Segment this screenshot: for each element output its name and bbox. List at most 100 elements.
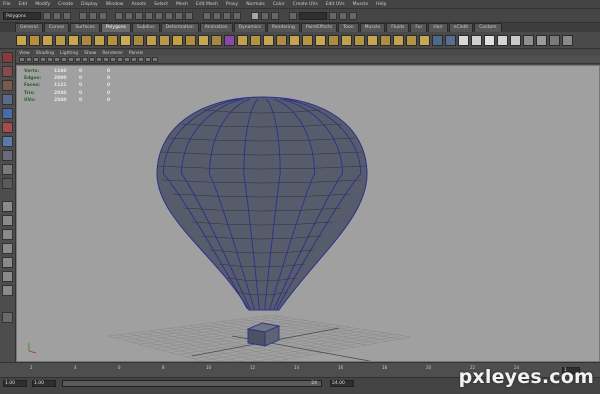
split-polygon-icon[interactable] — [289, 34, 300, 46]
bridge-icon[interactable] — [250, 34, 261, 46]
shelf-tab[interactable]: Dynamics — [233, 23, 266, 32]
shelf-tab[interactable]: Custom — [474, 23, 502, 32]
channel-box-toggle-icon[interactable] — [349, 11, 357, 20]
checker-icon[interactable] — [458, 34, 469, 46]
move-tool-icon[interactable] — [2, 94, 13, 105]
menu-item[interactable]: File — [3, 2, 11, 7]
xray-icon[interactable] — [117, 57, 123, 62]
panel-menu-item[interactable]: Panels — [129, 51, 143, 56]
open-scene-icon[interactable] — [53, 11, 61, 20]
extrude-icon[interactable] — [237, 34, 248, 46]
start-time-field[interactable]: 1.00 — [3, 380, 27, 387]
menu-item[interactable]: Assets — [131, 2, 146, 7]
panel-menu-item[interactable]: Renderer — [102, 51, 123, 56]
menu-item[interactable]: Normals — [246, 2, 265, 7]
scale-tool-icon[interactable] — [2, 122, 13, 133]
camera-select-icon[interactable] — [19, 57, 25, 62]
high-quality-icon[interactable] — [145, 57, 151, 62]
textured-icon[interactable] — [124, 57, 130, 62]
safe-action-icon[interactable] — [82, 57, 88, 62]
range-slider-bar[interactable]: 24 — [62, 380, 322, 387]
shelf-tab[interactable]: Deformation — [160, 23, 199, 32]
script-editor-icon[interactable] — [2, 312, 13, 323]
poly-plane-icon[interactable] — [68, 34, 79, 46]
new-scene-icon[interactable] — [43, 11, 51, 20]
menu-item[interactable]: Help — [376, 2, 386, 7]
poly-pyramid-icon[interactable] — [107, 34, 118, 46]
menu-item[interactable]: Create — [58, 2, 73, 7]
shelf-tab[interactable]: PaintEffects — [300, 23, 338, 32]
panel-menu-item[interactable]: View — [19, 51, 30, 56]
end-time-field[interactable]: 24.00 — [330, 380, 354, 387]
layout-two-stacked-icon[interactable] — [2, 243, 13, 254]
mask-icon[interactable] — [145, 11, 153, 20]
poly-sphere-icon[interactable] — [16, 34, 27, 46]
lasso-tool-icon[interactable] — [2, 66, 13, 77]
hypershade-icon[interactable] — [536, 34, 547, 46]
menu-item[interactable]: Muscle — [353, 2, 369, 7]
mask-icon[interactable] — [115, 11, 123, 20]
use-all-lights-icon[interactable] — [131, 57, 137, 62]
menu-item[interactable]: Display — [81, 2, 98, 7]
panel-menu-item[interactable]: Lighting — [60, 51, 78, 56]
panel-menu-item[interactable]: Shading — [36, 51, 54, 56]
triangulate-icon[interactable] — [406, 34, 417, 46]
render-settings-icon[interactable] — [271, 11, 279, 20]
resolution-gate-icon[interactable] — [61, 57, 67, 62]
safe-title-icon[interactable] — [89, 57, 95, 62]
range-start-field[interactable]: 1.00 — [32, 380, 56, 387]
paint-select-tool-icon[interactable] — [2, 80, 13, 91]
shelf-tab[interactable]: General — [15, 23, 43, 32]
isolate-select-icon[interactable] — [152, 57, 158, 62]
snap-curve-icon[interactable] — [213, 11, 221, 20]
smooth-icon[interactable] — [211, 34, 222, 46]
input-line-field[interactable] — [299, 11, 327, 20]
checker-icon[interactable] — [510, 34, 521, 46]
shelf-tab[interactable]: Animation — [199, 23, 233, 32]
menu-item[interactable]: Edit — [19, 2, 28, 7]
shelf-tab[interactable]: Fluids — [386, 23, 410, 32]
checker-icon[interactable] — [497, 34, 508, 46]
mel-script-icon[interactable] — [549, 34, 560, 46]
attribute-editor-toggle-icon[interactable] — [329, 11, 337, 20]
fill-hole-icon[interactable] — [380, 34, 391, 46]
shelf-tab[interactable]: Hair — [428, 23, 448, 32]
film-gate-icon[interactable] — [54, 57, 60, 62]
shelf-tab[interactable]: Curves — [43, 23, 70, 32]
render-icon[interactable] — [251, 11, 259, 20]
mask-icon[interactable] — [185, 11, 193, 20]
ipr-render-icon[interactable] — [261, 11, 269, 20]
menu-item[interactable]: Select — [154, 2, 168, 7]
rotate-tool-icon[interactable] — [2, 108, 13, 119]
layout-outliner-icon[interactable] — [2, 257, 13, 268]
field-chart-icon[interactable] — [75, 57, 81, 62]
poly-cylinder-icon[interactable] — [42, 34, 53, 46]
tool-settings-toggle-icon[interactable] — [339, 11, 347, 20]
menu-item[interactable]: Window — [106, 2, 124, 7]
grid-toggle-icon[interactable] — [47, 57, 53, 62]
cylindrical-mapping-icon[interactable] — [445, 34, 456, 46]
planar-mapping-icon[interactable] — [432, 34, 443, 46]
smooth-shade-icon[interactable] — [103, 57, 109, 62]
shelf-tab[interactable]: Toon — [338, 23, 359, 32]
last-tool-icon[interactable] — [2, 178, 13, 189]
shelf-tab[interactable]: Polygons — [100, 23, 131, 32]
shelf-tab[interactable]: Rendering — [266, 23, 300, 32]
poly-cone-icon[interactable] — [55, 34, 66, 46]
quadrangulate-icon[interactable] — [419, 34, 430, 46]
save-scene-icon[interactable] — [63, 11, 71, 20]
poke-icon[interactable] — [341, 34, 352, 46]
boolean-icon[interactable] — [224, 34, 235, 46]
shadows-icon[interactable] — [138, 57, 144, 62]
layout-single-icon[interactable] — [2, 201, 13, 212]
shelf-tab[interactable]: Surfaces — [70, 23, 100, 32]
soft-modification-icon[interactable] — [2, 150, 13, 161]
poly-helix-icon[interactable] — [133, 34, 144, 46]
append-polygon-icon[interactable] — [263, 34, 274, 46]
snap-plane-icon[interactable] — [233, 11, 241, 20]
image-plane-icon[interactable] — [40, 57, 46, 62]
snap-point-icon[interactable] — [223, 11, 231, 20]
poly-pipe-icon[interactable] — [120, 34, 131, 46]
mask-icon[interactable] — [155, 11, 163, 20]
uv-editor-icon[interactable] — [523, 34, 534, 46]
